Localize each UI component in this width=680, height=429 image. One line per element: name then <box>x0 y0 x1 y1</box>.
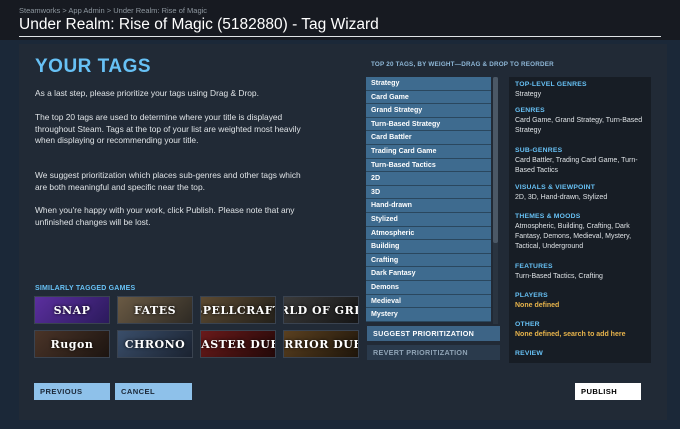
similar-game-thumbnail[interactable]: MASTER DUEL <box>200 330 276 358</box>
tag-item[interactable]: Dark Fantasy <box>366 267 491 281</box>
tag-item[interactable]: Building <box>366 240 491 254</box>
game-logo-text: MASTER DUEL <box>201 337 275 351</box>
category-title: FEATURES <box>515 263 553 270</box>
intro-paragraph: As a last step, please prioritize your t… <box>35 88 259 98</box>
tag-category: TOP-LEVEL GENRES Strategy <box>515 81 649 100</box>
tag-category: VISUALS & VIEWPOINT 2D, 3D, Hand-drawn, S… <box>515 184 649 203</box>
breadcrumb-steamworks[interactable]: Steamworks <box>19 6 60 15</box>
tag-item[interactable]: 2D <box>366 172 491 186</box>
similar-games-label: SIMILARLY TAGGED GAMES <box>35 285 136 292</box>
tag-list-scrollbar[interactable] <box>493 77 498 324</box>
tag-item[interactable]: Card Game <box>366 90 491 105</box>
game-logo-text: SPELLCRAFT <box>201 303 275 317</box>
category-title: OTHER <box>515 321 540 328</box>
category-title: THEMES & MOODS <box>515 213 581 220</box>
category-title: TOP-LEVEL GENRES <box>515 81 587 88</box>
game-logo-text: WARRIOR DUELS <box>284 337 358 351</box>
breadcrumb-separator: > <box>104 6 114 15</box>
tag-category: SUB-GENRES Card Battler, Trading Card Gam… <box>515 147 649 176</box>
title-divider <box>19 36 661 37</box>
tag-category: FEATURES Turn-Based Tactics, Crafting <box>515 263 649 282</box>
tag-item[interactable]: Medieval <box>366 294 491 309</box>
category-tags: Card Battler, Trading Card Game, Turn-Ba… <box>515 157 638 174</box>
game-logo-text: FATES <box>133 303 177 317</box>
game-logo-text: Rugon <box>50 337 94 351</box>
tag-item[interactable]: 3D <box>366 185 491 200</box>
intro-paragraph: The top 20 tags are used to determine wh… <box>35 112 301 146</box>
suggest-prioritization-button[interactable]: SUGGEST PRIORITIZATION <box>367 326 500 341</box>
category-tags: 2D, 3D, Hand-drawn, Stylized <box>515 194 608 201</box>
tag-item[interactable]: Card Battler <box>366 131 491 145</box>
similar-game-thumbnail[interactable]: CHRONO <box>117 330 193 358</box>
category-tags: Strategy <box>515 91 542 98</box>
intro-paragraph: We suggest prioritization which places s… <box>35 170 301 192</box>
section-heading: YOUR TAGS <box>35 56 152 77</box>
page-title: Under Realm: Rise of Magic (5182880) - T… <box>19 16 379 33</box>
tag-item[interactable]: Hand-drawn <box>366 199 491 213</box>
similar-game-thumbnail[interactable]: WARRIOR DUELS <box>283 330 359 358</box>
tag-list-label: TOP 20 TAGS, BY WEIGHT—DRAG & DROP TO RE… <box>371 61 554 68</box>
tag-category: REVIEW <box>515 350 649 359</box>
scrollbar-thumb[interactable] <box>493 77 498 243</box>
tag-item[interactable]: Grand Strategy <box>366 104 491 118</box>
game-logo-text: CHRONO <box>124 337 186 351</box>
previous-button[interactable]: PREVIOUS <box>34 383 110 400</box>
category-tags: None defined, search to add here <box>515 331 626 338</box>
tag-item[interactable]: Crafting <box>366 253 491 268</box>
cancel-button[interactable]: CANCEL <box>115 383 192 400</box>
tag-item[interactable]: Turn-Based Tactics <box>366 158 491 173</box>
tag-category: PLAYERS None defined <box>515 292 649 311</box>
breadcrumb: Steamworks > App Admin > Under Realm: Ri… <box>19 6 207 15</box>
similar-game-thumbnail[interactable]: FATES <box>117 296 193 324</box>
similar-game-thumbnail[interactable]: Rugon <box>34 330 110 358</box>
tag-categories-panel: TOP-LEVEL GENRES Strategy GENRES Card Game,… <box>509 77 651 363</box>
game-logo-text: WORLD OF GRIMM <box>284 303 358 317</box>
category-tags: Card Game, Grand Strategy, Turn-Based St… <box>515 117 643 134</box>
revert-prioritization-button[interactable]: REVERT PRIORITIZATION <box>367 345 500 360</box>
tag-category: OTHER None defined, search to add here <box>515 321 649 340</box>
tag-item[interactable]: Atmospheric <box>366 226 491 241</box>
tag-item[interactable]: Stylized <box>366 212 491 227</box>
game-logo-text: SNAP <box>53 303 91 317</box>
category-title: PLAYERS <box>515 292 548 299</box>
tag-item[interactable]: Strategy <box>366 77 491 91</box>
category-tags: Turn-Based Tactics, Crafting <box>515 273 603 280</box>
tag-item[interactable]: Trading Card Game <box>366 144 491 159</box>
breadcrumb-app-admin[interactable]: App Admin <box>68 6 104 15</box>
intro-paragraph: When you're happy with your work, click … <box>35 205 295 227</box>
tag-category: GENRES Card Game, Grand Strategy, Turn-Ba… <box>515 107 649 136</box>
similar-game-thumbnail[interactable]: SPELLCRAFT <box>200 296 276 324</box>
tag-item[interactable]: Turn-Based Strategy <box>366 117 491 132</box>
category-title: SUB-GENRES <box>515 147 563 154</box>
category-title: REVIEW <box>515 350 544 357</box>
category-tags: None defined <box>515 302 560 309</box>
tag-category: THEMES & MOODS Atmospheric, Building, Cra… <box>515 213 649 252</box>
tag-item[interactable]: Demons <box>366 280 491 295</box>
publish-button[interactable]: PUBLISH <box>575 383 641 400</box>
similar-game-thumbnail[interactable]: SNAP <box>34 296 110 324</box>
category-title: GENRES <box>515 107 545 114</box>
tag-item[interactable]: Mystery <box>366 308 491 322</box>
category-tags: Atmospheric, Building, Crafting, Dark Fa… <box>515 223 632 250</box>
tag-list: Strategy Card Game Grand Strategy Turn-Base… <box>366 77 491 324</box>
category-title: VISUALS & VIEWPOINT <box>515 184 596 191</box>
similar-game-thumbnail[interactable]: WORLD OF GRIMM <box>283 296 359 324</box>
breadcrumb-app[interactable]: Under Realm: Rise of Magic <box>113 6 207 15</box>
